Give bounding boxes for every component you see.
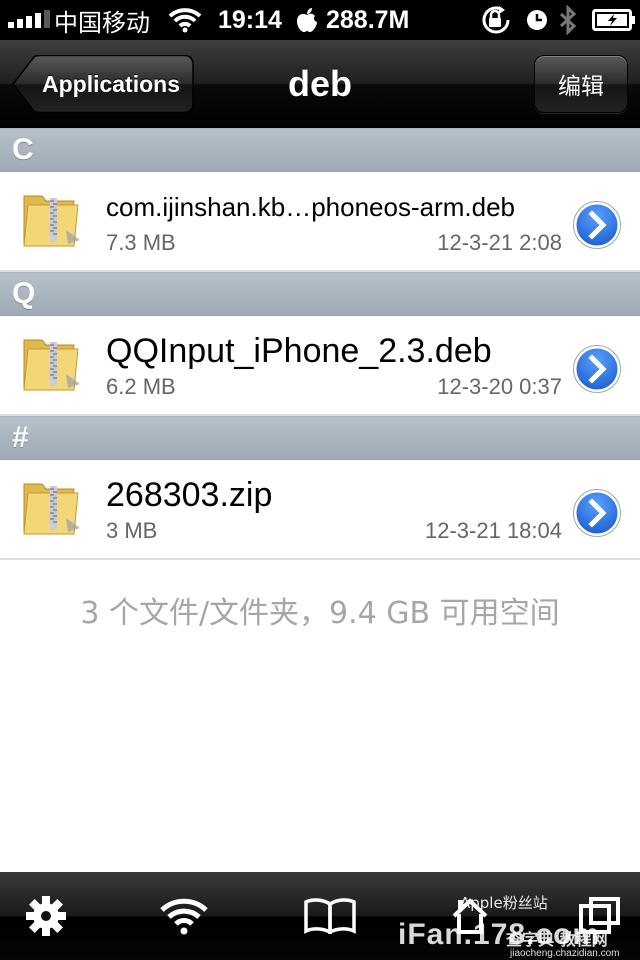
battery-icon xyxy=(592,0,636,40)
book-icon xyxy=(304,898,356,934)
tab-settings[interactable] xyxy=(0,872,96,960)
detail-disclosure-icon[interactable] xyxy=(572,200,622,255)
detail-disclosure-icon[interactable] xyxy=(572,344,622,399)
clock-time: 19:14 xyxy=(218,5,282,34)
section-header-c: C xyxy=(0,128,640,172)
zip-folder-icon xyxy=(20,190,82,255)
navigation-bar: Applications deb 编辑 xyxy=(0,40,640,128)
watermark: Apple粉丝站 iFan.178.com 查字典 教程网 jiaocheng.… xyxy=(398,888,640,960)
tab-bookmarks[interactable] xyxy=(280,872,380,960)
bluetooth-icon xyxy=(558,0,578,40)
detail-disclosure-icon[interactable] xyxy=(572,488,622,543)
file-name: com.ijinshan.kb…phoneos-arm.deb xyxy=(106,191,515,222)
carrier-name: 中国移动 xyxy=(54,8,150,37)
section-header-hash: # xyxy=(0,416,640,460)
file-date: 12-3-21 18:04 xyxy=(425,518,562,543)
file-row[interactable]: 268303.zip 3 MB 12-3-21 18:04 xyxy=(0,460,640,560)
zip-folder-icon xyxy=(20,478,82,543)
file-name: 268303.zip xyxy=(106,475,273,514)
wifi-status-icon xyxy=(168,0,202,40)
signal-strength-icon xyxy=(8,0,50,40)
file-date: 12-3-21 2:08 xyxy=(437,230,562,255)
file-row[interactable]: QQInput_iPhone_2.3.deb 6.2 MB 12-3-20 0:… xyxy=(0,316,640,416)
apple-logo-icon xyxy=(296,0,318,40)
zip-folder-icon xyxy=(20,334,82,399)
file-size: 7.3 MB xyxy=(106,230,176,255)
alarm-clock-icon xyxy=(526,0,548,40)
watermark-site-name: 查字典 教程网 xyxy=(506,930,608,949)
settings-icon xyxy=(26,896,66,936)
watermark-url: jiaocheng.chazidian.com xyxy=(510,948,620,959)
back-button-label: Applications xyxy=(41,70,180,97)
tab-wifi[interactable] xyxy=(134,872,234,960)
file-row[interactable]: com.ijinshan.kb…phoneos-arm.deb 7.3 MB 1… xyxy=(0,172,640,272)
file-name: QQInput_iPhone_2.3.deb xyxy=(106,331,492,370)
file-size: 6.2 MB xyxy=(106,374,176,399)
status-bar: 中国移动 19:14 288.7M xyxy=(0,0,640,40)
watermark-subtitle: Apple粉丝站 xyxy=(460,894,548,912)
free-memory: 288.7M xyxy=(326,5,410,34)
page-title: deb xyxy=(287,63,352,104)
wifi-icon xyxy=(160,898,208,935)
back-button-applications[interactable]: Applications xyxy=(12,55,194,113)
section-header-q: Q xyxy=(0,272,640,316)
orientation-lock-icon xyxy=(478,0,514,40)
file-date: 12-3-20 0:37 xyxy=(437,374,562,399)
storage-summary: 3 个文件/文件夹，9.4 GB 可用空间 xyxy=(80,596,560,631)
file-size: 3 MB xyxy=(106,518,158,543)
edit-button[interactable]: 编辑 xyxy=(534,55,628,113)
